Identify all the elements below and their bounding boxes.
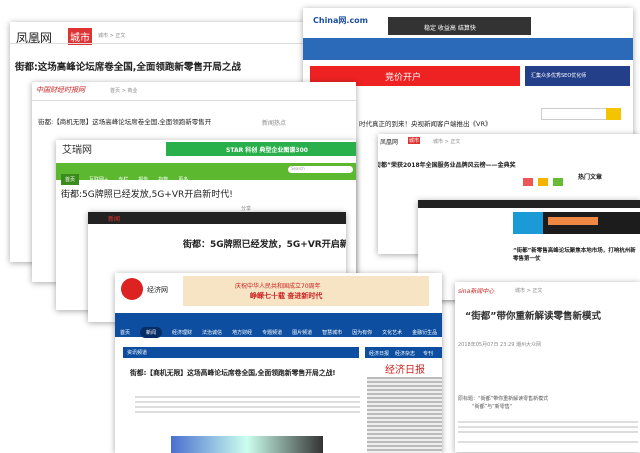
tab-jjrb[interactable]: 经济日报 xyxy=(369,350,389,357)
nav-item[interactable]: 指数 xyxy=(158,176,168,183)
article-title[interactable]: 街都：5G牌照已经发放，5G+VR开启新时代！ xyxy=(183,237,346,250)
unicef-ad[interactable] xyxy=(513,212,543,234)
nav-item[interactable]: 首页 xyxy=(120,329,130,336)
nav-item[interactable]: 经济理财 xyxy=(172,329,192,336)
nav-item[interactable]: 金融衍生品 xyxy=(412,329,437,336)
nav-item[interactable]: 首页 xyxy=(61,174,80,185)
nav-item[interactable]: 专题频道 xyxy=(262,329,282,336)
ad-banner[interactable]: 竞价开户 xyxy=(385,70,421,83)
ce-logo: 经济网 xyxy=(147,286,168,294)
article-title[interactable]: 街都:【商机无限】这场高峰论坛席卷全国,全面领跑新零售开局之战! xyxy=(130,367,336,377)
star-banner[interactable]: STAR 科创 典型企业图谱300 xyxy=(226,145,308,154)
share-icon[interactable] xyxy=(553,178,563,186)
article-title[interactable]: 街都”荣获2018年全国服务业品牌风云榜——金典奖 xyxy=(378,160,516,169)
article-title[interactable]: 街都:【商机无限】这场高峰论坛席卷全国,全面领跑新零售开 xyxy=(38,116,211,126)
cfn-logo: 中国财经时报网 xyxy=(36,86,85,94)
search-icon[interactable] xyxy=(606,108,621,120)
breadcrumb: 城市 > 正文 xyxy=(433,139,461,145)
paragraph: “街都”与“新零售” xyxy=(472,404,513,410)
airui-logo: 艾瑞网 xyxy=(62,145,92,156)
sina-card: sina新闻中心 城市 > 正文 “街都”带你重新解读零售新模式 2018年05… xyxy=(455,282,640,452)
anniversary-banner: 庆祝中华人民共和国成立70周年 xyxy=(235,283,321,290)
article-title[interactable]: 街都:这场高峰论坛席卷全国,全面领跑新零售开局之战 xyxy=(15,59,241,73)
newspaper-image[interactable] xyxy=(367,377,442,453)
nav-item[interactable]: 智慧城市 xyxy=(322,329,342,336)
article-title[interactable]: “街都”带你重新解读零售新模式 xyxy=(465,308,601,322)
article-meta: 2018年05月07日 23:29 潮州大众网 xyxy=(458,342,542,348)
tab-magazine[interactable]: 经济杂志 xyxy=(395,350,415,357)
share-button[interactable]: 分享 xyxy=(241,205,251,212)
nav-item[interactable]: 报告 xyxy=(138,176,148,183)
breadcrumb: 首页 > 商业 xyxy=(110,88,138,94)
section-label: 资讯频道 xyxy=(127,350,148,356)
ifeng-logo: 凤凰网 xyxy=(380,139,399,146)
breadcrumb: 城市 > 正文 xyxy=(98,33,126,39)
nav-item[interactable]: 专栏 xyxy=(118,176,128,183)
share-icon[interactable] xyxy=(523,178,533,186)
paragraph: 原标题：“街都”带你重新解读零售新模式 xyxy=(458,396,549,402)
nav-item[interactable]: 新闻 xyxy=(140,327,163,338)
hot-articles-heading: 热门文章 xyxy=(578,174,603,181)
search-input[interactable]: Search xyxy=(288,166,353,173)
nav-item[interactable]: 法治诚信 xyxy=(202,329,222,336)
share-icon[interactable] xyxy=(538,178,548,186)
ce-card: 经济网 庆祝中华人民共和国成立70周年 峥嵘七十载 奋进新时代 首页 新闻 经济理财… xyxy=(115,273,442,453)
nav-item[interactable]: 图片频道 xyxy=(292,329,312,336)
article-title[interactable]: 街都:5G牌照已经发放,5G+VR开启新时代! xyxy=(61,187,233,200)
nav-item[interactable]: 互联网+ xyxy=(89,176,108,183)
banner-ad[interactable]: 稳定 收益高 结算快 xyxy=(424,23,476,32)
nav-item[interactable]: 更多 xyxy=(178,176,188,183)
search-box[interactable] xyxy=(541,108,608,120)
sina-logo: sina新闻中心 xyxy=(458,288,495,295)
tab-special[interactable]: 专刊 xyxy=(423,350,433,357)
ce-logo-icon xyxy=(121,278,143,300)
news-hot-heading: 新闻热点 xyxy=(262,120,287,127)
article-image xyxy=(171,436,323,453)
headline[interactable]: 时代真正的到来！央视新闻客户端推出《VR》 xyxy=(359,118,491,128)
seo-ad[interactable]: 汇集众多优秀SEO优化师 xyxy=(531,72,586,79)
anniversary-slogan: 峥嵘七十载 奋进新时代 xyxy=(250,292,323,300)
nav-item[interactable]: 因为有你 xyxy=(352,329,372,336)
china-logo: China网.com xyxy=(313,16,369,25)
article-title[interactable]: “街都”新零售高峰论坛聚焦本地市场，打响杭州新零售第一仗 xyxy=(513,246,638,262)
city-badge: 城市 xyxy=(408,137,421,144)
nav-item[interactable]: 地方财经 xyxy=(232,329,252,336)
newspaper-title: 经济日报 xyxy=(385,365,425,376)
nav-item[interactable]: 文化艺术 xyxy=(382,329,402,336)
breadcrumb: 城市 > 正文 xyxy=(515,288,543,294)
news-brand: 新闻 xyxy=(108,216,121,223)
